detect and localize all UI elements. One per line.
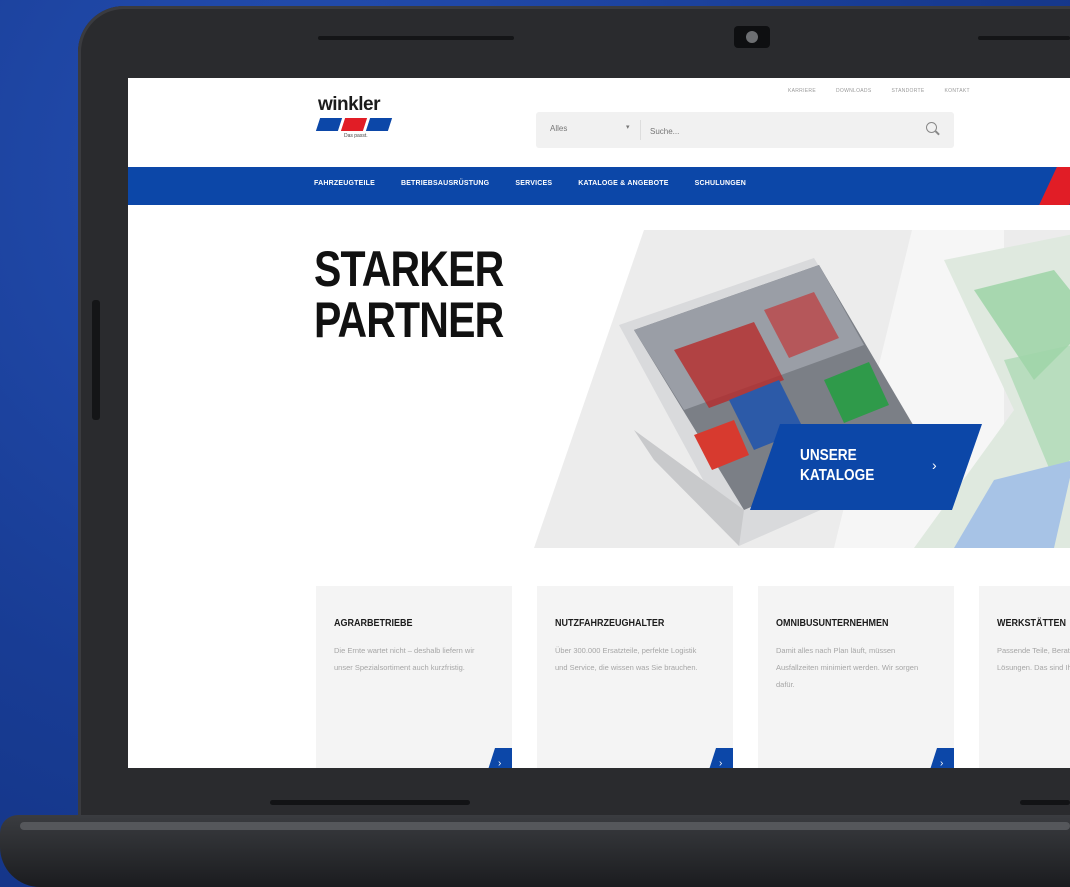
card-agrarbetriebe[interactable]: AGRARBETRIEBE Die Ernte wartet nicht – d… — [316, 586, 512, 768]
chevron-down-icon[interactable]: ▾ — [626, 123, 630, 131]
card-title: WERKSTÄTTEN — [997, 618, 1067, 629]
main-navigation: FAHRZEUGTEILE BETRIEBSAUSRÜSTUNG SERVICE… — [128, 167, 1070, 205]
nav-item-services[interactable]: SERVICES — [515, 180, 552, 187]
nav-accent-stripe — [1039, 167, 1070, 205]
hinge — [270, 800, 470, 805]
brand-name: winkler — [318, 94, 380, 115]
laptop-base-edge — [20, 822, 1070, 830]
divider — [640, 120, 641, 140]
search-bar: Alles ▾ — [536, 112, 954, 148]
svg-text:›: › — [940, 758, 943, 768]
chevron-right-icon[interactable]: › — [932, 457, 937, 473]
search-category-select[interactable]: Alles — [550, 124, 567, 133]
hero-title: STARKER PARTNER — [314, 241, 504, 348]
nav-item-betriebsausruestung[interactable]: BETRIEBSAUSRÜSTUNG — [401, 180, 489, 187]
catalog-cta-label[interactable]: UNSERE KATALOGE — [800, 446, 874, 486]
card-werkstaetten[interactable]: WERKSTÄTTEN Passende Teile, Beratung, ha… — [979, 586, 1070, 768]
top-bezel-slot — [318, 36, 514, 40]
card-text: Die Ernte wartet nicht – deshalb liefern… — [334, 646, 475, 672]
topnav-item-downloads[interactable]: DOWNLOADS — [836, 88, 871, 94]
search-icon[interactable] — [926, 122, 937, 133]
card-title: AGRARBETRIEBE — [334, 618, 413, 629]
card-text: Damit alles nach Plan läuft, müssen Ausf… — [776, 646, 919, 689]
top-bezel-slot — [978, 36, 1070, 40]
card-title: NUTZFAHRZEUGHALTER — [555, 618, 665, 629]
brand-tagline: Das passt. — [344, 133, 368, 139]
card-text: Passende Teile, Beratung, handfeste Lösu… — [997, 646, 1070, 672]
browser-viewport: winkler Das passt. KARRIERE DOWNLOADS ST… — [128, 78, 1070, 768]
chevron-right-icon[interactable]: › — [486, 748, 512, 768]
brand-mark — [315, 118, 398, 131]
search-input[interactable] — [648, 122, 902, 140]
card-nutzfahrzeughalter[interactable]: NUTZFAHRZEUGHALTER Über 300.000 Ersatzte… — [537, 586, 733, 768]
hero-title-line: STARKER — [314, 241, 504, 297]
brand-logo[interactable]: winkler Das passt. — [315, 94, 398, 139]
hinge — [1020, 800, 1070, 805]
svg-text:›: › — [719, 758, 722, 768]
topnav-item-karriere[interactable]: KARRIERE — [788, 88, 816, 94]
cta-label-line: KATALOGE — [800, 467, 875, 484]
card-omnibusunternehmen[interactable]: OMNIBUSUNTERNEHMEN Damit alles nach Plan… — [758, 586, 954, 768]
hero-title-line: PARTNER — [314, 292, 504, 348]
topnav-item-standorte[interactable]: STANDORTE — [891, 88, 924, 94]
card-text: Über 300.000 Ersatzteile, perfekte Logis… — [555, 646, 698, 672]
svg-text:›: › — [498, 758, 501, 768]
top-navigation: KARRIERE DOWNLOADS STANDORTE KONTAKT — [788, 88, 970, 94]
cta-label-line: UNSERE — [800, 447, 857, 464]
side-button — [92, 300, 100, 420]
chevron-right-icon[interactable]: › — [928, 748, 954, 768]
topnav-item-kontakt[interactable]: KONTAKT — [945, 88, 970, 94]
brand-bar-red — [340, 118, 368, 131]
card-title: OMNIBUSUNTERNEHMEN — [776, 618, 889, 629]
nav-item-schulungen[interactable]: SCHULUNGEN — [695, 180, 746, 187]
nav-item-kataloge-angebote[interactable]: KATALOGE & ANGEBOTE — [578, 180, 668, 187]
webcam-icon — [734, 26, 770, 48]
nav-item-fahrzeugteile[interactable]: FAHRZEUGTEILE — [314, 180, 375, 187]
brand-bar-blue — [365, 118, 393, 131]
brand-bar-blue — [315, 118, 343, 131]
chevron-right-icon[interactable]: › — [707, 748, 733, 768]
